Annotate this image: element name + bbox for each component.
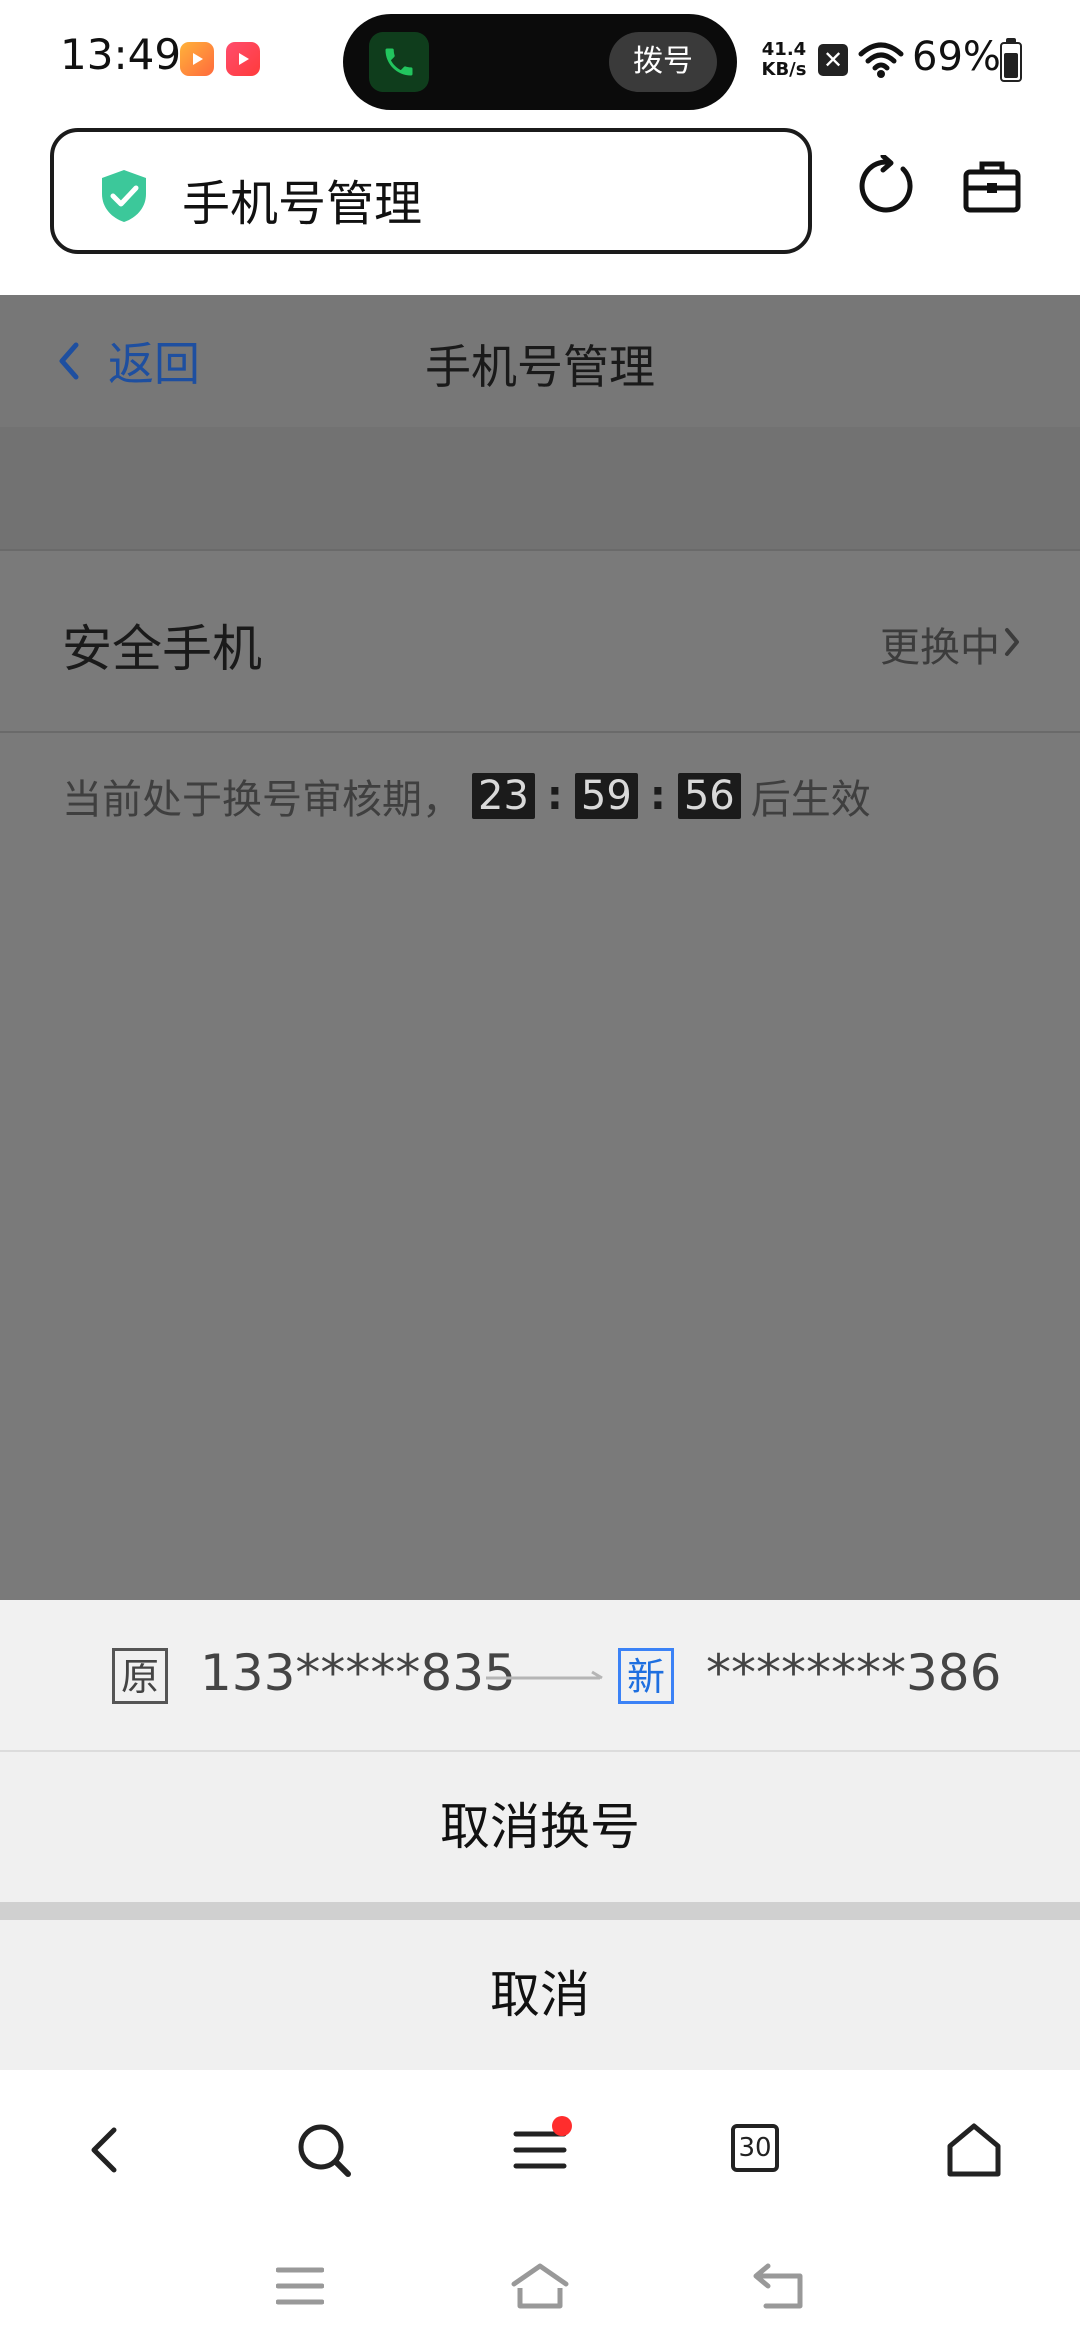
chevron-right-icon [1005, 628, 1019, 656]
home-icon[interactable] [944, 2120, 1004, 2180]
old-tag: 原 [112, 1648, 168, 1704]
page-content: 手机号管理 返回 安全手机 更换中 当前处于换号审核期， 23 : 59 : 5… [0, 295, 1080, 1600]
call-pill[interactable]: 拨号 [343, 14, 737, 110]
cancel-button[interactable]: 取消 [0, 1920, 1080, 2070]
notice-prefix: 当前处于换号审核期， [62, 777, 462, 823]
sim-x-icon: ✕ [818, 44, 848, 76]
arrow-right-icon [486, 1670, 603, 1680]
reload-icon[interactable] [856, 155, 918, 217]
new-number: ********386 [706, 1644, 1002, 1702]
app-icon-2 [226, 42, 260, 76]
tabs-count: 30 [731, 2124, 779, 2172]
address-title: 手机号管理 [182, 176, 423, 232]
network-speed-unit: KB/s [761, 59, 807, 80]
back-icon[interactable] [752, 2262, 808, 2310]
cancel-change-button[interactable]: 取消换号 [0, 1752, 1080, 1902]
back-link[interactable]: 返回 [58, 331, 200, 391]
network-speed: 41.4 KB/s [758, 40, 810, 80]
timer-hours: 23 [472, 773, 535, 819]
notification-dot [552, 2116, 572, 2136]
timer-colon: : [546, 773, 563, 819]
new-tag: 新 [618, 1648, 674, 1704]
old-number: 133*****835 [200, 1644, 516, 1702]
review-notice: 当前处于换号审核期， 23 : 59 : 56 后生效 [62, 767, 871, 825]
timer-minutes: 59 [574, 773, 638, 819]
toolbox-icon[interactable] [963, 159, 1021, 215]
address-bar[interactable]: 手机号管理 [50, 128, 812, 254]
divider [0, 731, 1080, 733]
spacer-band [0, 427, 1080, 549]
battery-level [1004, 53, 1018, 78]
back-label: 返回 [108, 337, 200, 391]
app-icon-1 [180, 42, 214, 76]
back-icon[interactable] [76, 2120, 136, 2180]
system-nav-bar [0, 2220, 1080, 2344]
timer-colon: : [649, 773, 666, 819]
tabs-icon[interactable]: 30 [727, 2120, 787, 2180]
sheet-separator [0, 1902, 1080, 1920]
browser-bottom-nav: 30 [0, 2070, 1080, 2220]
phone-icon [369, 32, 429, 92]
action-sheet: 原 133*****835 新 ********386 取消换号 取消 [0, 1600, 1080, 2070]
row-status: 更换中 [880, 625, 1000, 671]
browser-bar: 手机号管理 [0, 125, 1080, 295]
home-icon[interactable] [510, 2262, 570, 2310]
status-bar: 13:49 拨号 41.4 KB/s ✕ 69% [0, 0, 1080, 125]
search-icon[interactable] [294, 2120, 354, 2180]
wifi-icon [858, 42, 904, 78]
battery-icon [1000, 38, 1022, 82]
timer-seconds: 56 [677, 773, 741, 819]
dial-button[interactable]: 拨号 [609, 32, 717, 92]
network-speed-value: 41.4 [761, 39, 807, 60]
menu-icon[interactable] [510, 2116, 572, 2180]
battery-percent: 69% [912, 34, 1001, 80]
security-phone-row[interactable]: 安全手机 更换中 [0, 551, 1080, 731]
status-time: 13:49 [60, 30, 182, 79]
shield-check-icon [102, 170, 146, 222]
page-header: 手机号管理 返回 [0, 295, 1080, 427]
chevron-left-icon [59, 342, 79, 380]
notice-suffix: 后生效 [750, 777, 871, 823]
recents-icon[interactable] [276, 2266, 324, 2306]
number-change-summary: 原 133*****835 新 ********386 [0, 1600, 1080, 1752]
row-label: 安全手机 [62, 620, 262, 678]
